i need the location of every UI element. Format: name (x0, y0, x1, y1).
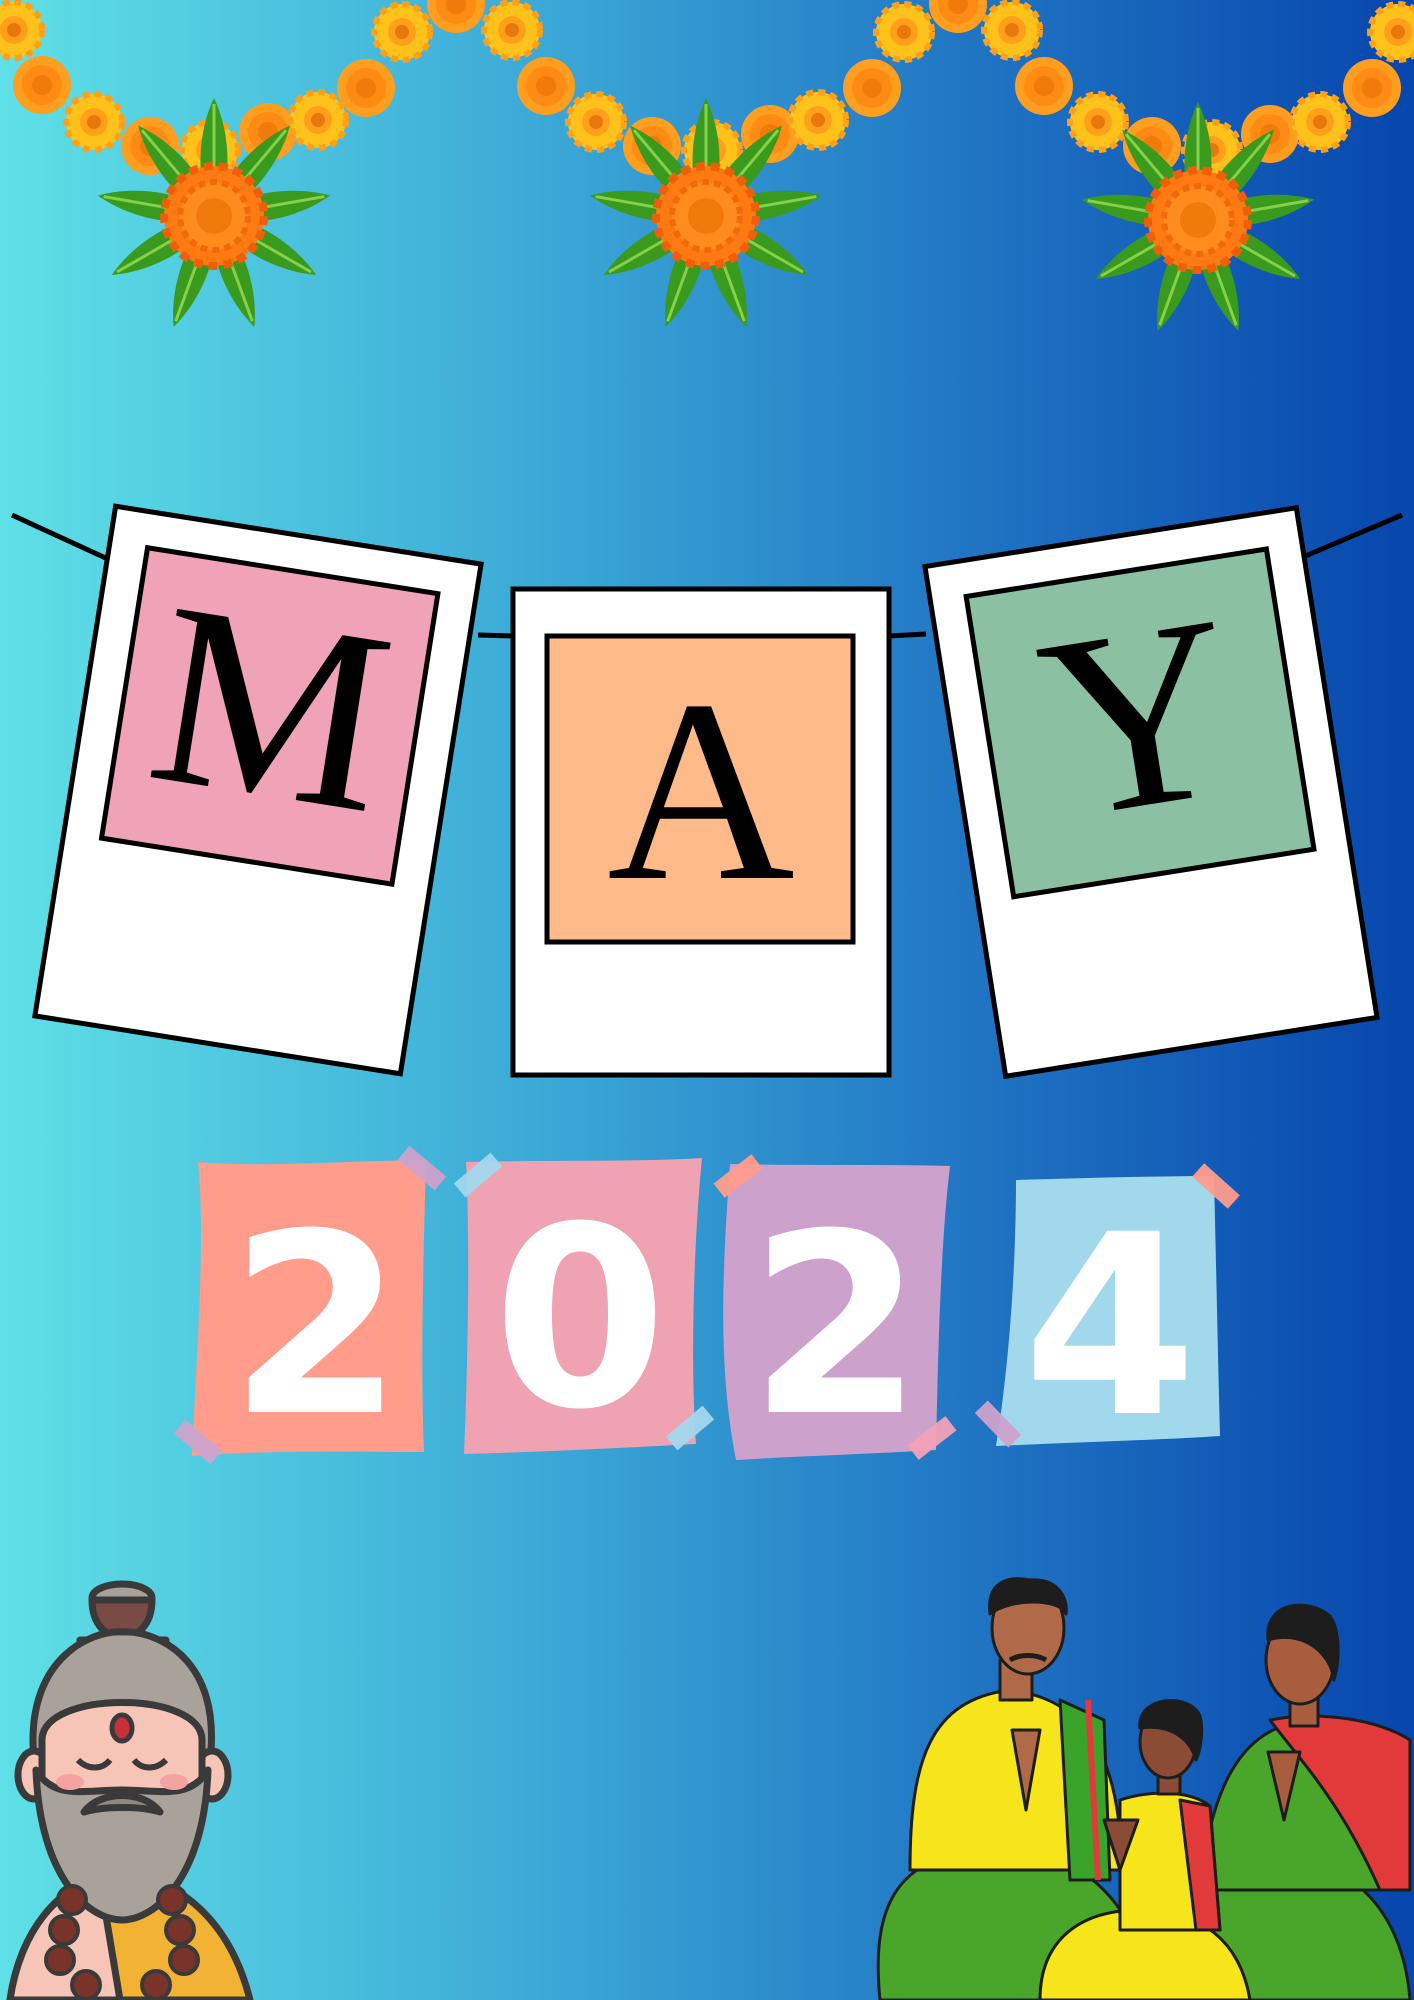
poster: { "month": { "letters": ["M", "A", "Y"],… (0, 0, 1414, 2000)
praying-family-icon (876, 1577, 1412, 2000)
